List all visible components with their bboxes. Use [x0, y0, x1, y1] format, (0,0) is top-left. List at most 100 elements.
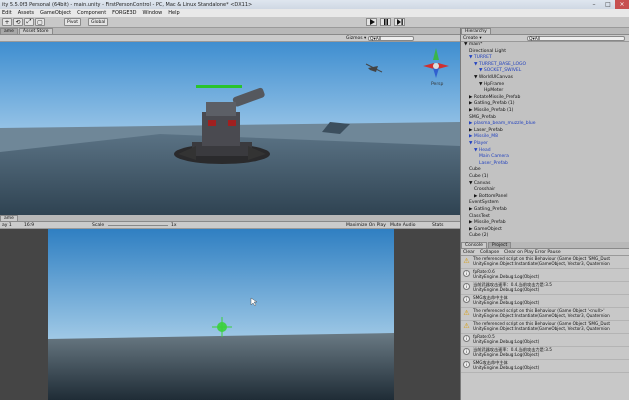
hierarchy-item[interactable]: ▶ plasma_beam_muzzle_blue	[469, 121, 535, 126]
info-icon: i	[463, 296, 470, 303]
console-log-entry[interactable]: ⚠ The referenced script on this Behaviour…	[461, 256, 629, 269]
log-stacktrace: UnityEngine.Object:Instantiate(GameObjec…	[473, 261, 610, 266]
global-toggle[interactable]: Global	[88, 18, 109, 26]
move-tool-icon[interactable]: +	[2, 18, 12, 26]
hierarchy-item[interactable]: ▼ TURRET	[469, 55, 492, 60]
log-stacktrace: UnityEngine.Object:Instantiate(GameObjec…	[473, 326, 610, 331]
tab-hierarchy[interactable]: Hierarchy	[461, 28, 491, 34]
gizmos-dropdown[interactable]: Gizmos ▾	[346, 36, 366, 41]
console-log-entry[interactable]: i SMG攻击命中主体 UnityEngine.Debug:Log(Object)	[461, 360, 629, 373]
hierarchy-item[interactable]: HpMeter	[484, 88, 503, 93]
hierarchy-item[interactable]: ▶ Gatling_Prefab	[469, 207, 507, 212]
hierarchy-item[interactable]: ▼ Canvas	[469, 181, 490, 186]
hierarchy-item[interactable]: ▶ Missile_M8	[469, 134, 498, 139]
close-button[interactable]: ×	[615, 0, 629, 9]
menu-forge3d[interactable]: FORGE3D	[112, 10, 136, 16]
hierarchy-item[interactable]: Cube	[469, 167, 481, 172]
hierarchy-item[interactable]: ▶ RotateMissile_Prefab	[469, 95, 520, 100]
persp-label: Persp	[431, 81, 444, 87]
console-panel: ⚠ The referenced script on this Behaviour…	[461, 256, 629, 400]
warning-icon: ⚠	[463, 308, 470, 317]
scale-slider[interactable]	[108, 225, 168, 226]
mute-audio-toggle[interactable]: Mute Audio	[390, 223, 416, 228]
maximize-on-play-toggle[interactable]: Maximize On Play	[346, 223, 386, 228]
stats-toggle[interactable]: Stats	[432, 223, 444, 228]
minimize-button[interactable]: –	[587, 0, 601, 9]
collapse-toggle[interactable]: Collapse	[480, 250, 499, 255]
game-viewport[interactable]	[0, 229, 460, 400]
hierarchy-item[interactable]: Laser_Prefab	[479, 161, 508, 166]
hierarchy-item[interactable]: ▶ GameObject	[469, 227, 502, 232]
menu-assets[interactable]: Assets	[18, 10, 34, 16]
menu-edit[interactable]: Edit	[2, 10, 12, 16]
create-dropdown[interactable]: Create ▾	[463, 36, 482, 41]
game-render	[48, 229, 394, 400]
error-pause-toggle[interactable]: Error Pause	[535, 250, 561, 255]
scene-viewport[interactable]: Persp	[0, 42, 460, 215]
hierarchy-search-input[interactable]: Q▾All	[527, 36, 625, 42]
menu-component[interactable]: Component	[77, 10, 106, 16]
warning-icon: ⚠	[463, 256, 470, 265]
scale-label: Scale	[92, 223, 105, 228]
info-icon: i	[463, 361, 470, 368]
scale-tool-icon[interactable]: ⤢	[24, 18, 34, 26]
rotate-tool-icon[interactable]: ⟲	[13, 18, 23, 26]
hierarchy-item[interactable]: ▼ Player	[469, 141, 488, 146]
hierarchy-item[interactable]: Crosshair	[474, 187, 495, 192]
title-bar: ity 5.5.0f3 Personal (64bit) - main.unit…	[0, 0, 629, 9]
asset-store-tab-label: Asset Store	[22, 29, 49, 34]
hierarchy-item[interactable]: SMG_Prefab	[469, 115, 496, 120]
pause-button[interactable]	[380, 18, 391, 26]
step-button[interactable]	[394, 18, 405, 26]
tab-scene[interactable]: ame	[0, 28, 18, 34]
hierarchy-item[interactable]: ▶ Gatling_Prefab (1)	[469, 101, 515, 106]
aspect-dropdown[interactable]: 16:9	[24, 223, 34, 228]
console-log-entry[interactable]: i 当前武器攻击速率：0.4,当前攻击力是:3.5 UnityEngine.Debu…	[461, 282, 629, 295]
window-controls: – □ ×	[587, 0, 629, 9]
pivot-toggle[interactable]: Pivot	[64, 18, 82, 26]
scene-search-input[interactable]: Q▾All	[368, 36, 414, 42]
scene-render: Persp	[0, 42, 460, 215]
hierarchy-item[interactable]: ▶ Laser_Prefab	[469, 128, 503, 133]
hierarchy-item[interactable]: ▶ Missile_Prefab (1)	[469, 108, 513, 113]
rect-tool-icon[interactable]: ▢	[35, 18, 45, 26]
console-log-entry[interactable]: ⚠ The referenced script on this Behaviour…	[461, 321, 629, 334]
hierarchy-item[interactable]: ▼ HpFrame	[479, 82, 504, 87]
menu-bar: Edit Assets GameObject Component FORGE3D…	[0, 9, 629, 17]
hierarchy-item[interactable]: Directional Light	[469, 49, 506, 54]
hierarchy-item[interactable]: ▼ SOCKET_SWIVEL	[479, 68, 521, 73]
hierarchy-tab-label: Hierarchy	[465, 29, 487, 34]
tab-console[interactable]: Console	[461, 242, 487, 248]
maximize-button[interactable]: □	[601, 0, 615, 9]
hierarchy-item[interactable]: ▼ main*	[464, 42, 482, 47]
clear-on-play-toggle[interactable]: Clear on Play	[504, 250, 534, 255]
info-icon: i	[463, 348, 470, 355]
hierarchy-item[interactable]: ▼ WorldUICanvas	[474, 75, 513, 80]
play-button[interactable]	[366, 18, 377, 26]
hierarchy-item[interactable]: EventSystem	[469, 200, 499, 205]
tab-asset-store[interactable]: Asset Store	[18, 28, 53, 34]
hierarchy-item[interactable]: ▼ TURRET_BASE_LOGO	[474, 62, 526, 67]
hierarchy-item[interactable]: Main Camera	[479, 154, 509, 159]
console-log-entry[interactable]: i fpRate:0.5 UnityEngine.Debug:Log(Object)	[461, 334, 629, 347]
hierarchy-item[interactable]: Cube (1)	[469, 174, 488, 179]
hierarchy-item[interactable]: ▶ Missile_Prefab	[469, 220, 506, 225]
hierarchy-item[interactable]: Cube (2)	[469, 233, 488, 238]
hierarchy-toolbar: Create ▾ Q▾All	[461, 35, 629, 42]
console-log-entry[interactable]: i SMG攻击命中主体 UnityEngine.Debug:Log(Object)	[461, 295, 629, 308]
tab-game[interactable]: ame	[0, 215, 18, 221]
display-dropdown[interactable]: ay 1	[2, 223, 12, 228]
menu-window[interactable]: Window	[143, 10, 163, 16]
console-log-entry[interactable]: i fpRate:0.6 UnityEngine.Debug:Log(Object)	[461, 269, 629, 282]
menu-help[interactable]: Help	[168, 10, 179, 16]
info-icon: i	[463, 270, 470, 277]
window-title: ity 5.5.0f3 Personal (64bit) - main.unit…	[2, 1, 253, 8]
console-log-entry[interactable]: i 当前武器攻击速率：0.4,当前攻击力是:3.5 UnityEngine.Debu…	[461, 347, 629, 360]
hierarchy-item[interactable]: ▶ BottomPanel	[474, 194, 508, 199]
hierarchy-item[interactable]: ▼ Head	[474, 148, 491, 153]
console-log-entry[interactable]: ⚠ The referenced script on this Behaviour…	[461, 308, 629, 321]
menu-gameobject[interactable]: GameObject	[40, 10, 71, 16]
tab-project[interactable]: Project	[487, 242, 512, 248]
hierarchy-item[interactable]: ClassText	[469, 214, 490, 219]
clear-button[interactable]: Clear	[463, 250, 475, 255]
